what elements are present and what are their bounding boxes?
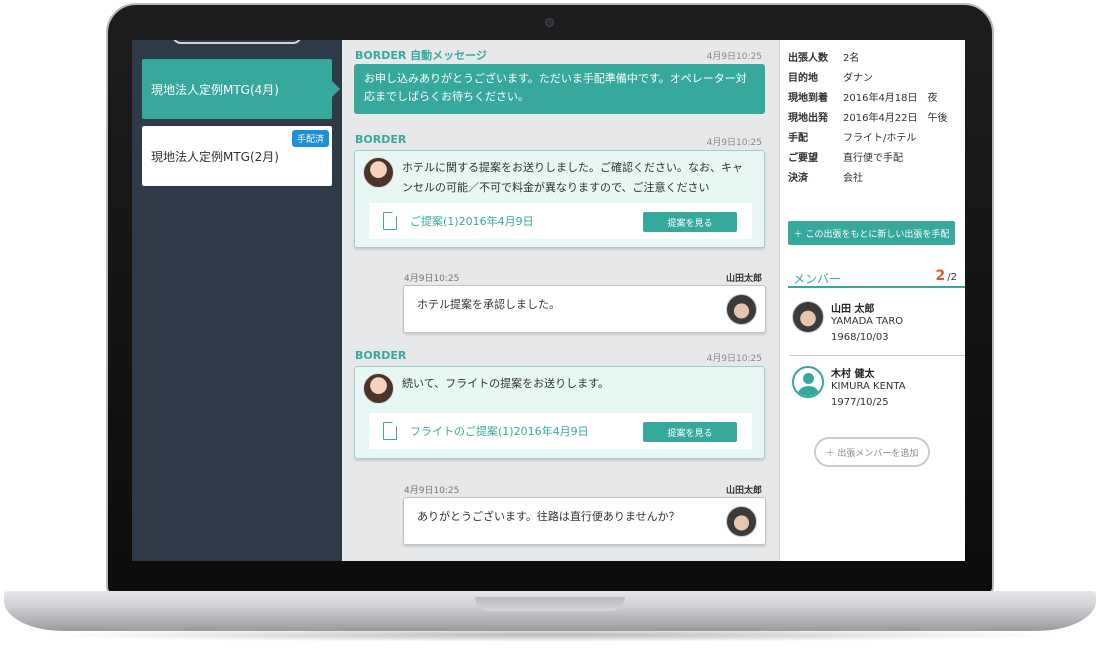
- members-count: 2 /2: [936, 268, 957, 284]
- info-label: 現地到着: [788, 92, 828, 104]
- info-label: 決済: [788, 172, 808, 184]
- member-birthdate: 1968/10/03: [831, 332, 889, 343]
- view-proposal-button[interactable]: 提案を見る: [643, 212, 737, 232]
- info-row: 出張人数 2名: [788, 46, 958, 66]
- info-value: 直行便で手配: [843, 152, 903, 164]
- member-item[interactable]: 山田 太郎 YAMADA TARO 1968/10/03: [790, 299, 965, 359]
- operator-avatar: [363, 157, 394, 188]
- trip-item-label: 現地法人定例MTG(2月): [151, 149, 279, 164]
- user-name: 山田太郎: [725, 274, 762, 284]
- message-time: 4月9日10:25: [706, 354, 762, 364]
- chat-thread: BORDER 自動メッセージ 4月9日10:25 お申し込みありがとうございます…: [342, 40, 779, 561]
- person-icon: [792, 366, 824, 398]
- operator-avatar: [363, 373, 394, 404]
- member-roman-name: KIMURA KENTA: [831, 381, 906, 392]
- view-proposal-button[interactable]: 提案を見る: [643, 422, 737, 442]
- info-value: フライト/ホテル: [843, 132, 917, 144]
- member-roman-name: YAMADA TARO: [831, 316, 904, 327]
- proposal-card[interactable]: フライトのご提案(1)2016年4月9日 提案を見る: [369, 413, 752, 449]
- proposal-title: ご提案(1)2016年4月9日: [410, 215, 534, 228]
- info-row: 目的地 ダナン: [788, 66, 958, 86]
- panel-divider: [779, 40, 780, 561]
- members-count-value: 2: [935, 268, 946, 284]
- info-label: ご要望: [788, 152, 818, 164]
- member-divider: [790, 355, 965, 356]
- user-avatar: [726, 506, 757, 537]
- trip-item-active[interactable]: 現地法人定例MTG(4月): [142, 59, 340, 119]
- document-icon: [383, 422, 397, 440]
- status-badge: 手配済: [291, 130, 329, 147]
- info-value: ダナン: [843, 72, 873, 84]
- info-row: ご要望 直行便で手配: [788, 146, 958, 166]
- trip-sidebar: 現地法人定例MTG(4月) 現地法人定例MTG(2月) 手配済: [132, 40, 342, 561]
- proposal-title: フライトのご提案(1)2016年4月9日: [410, 425, 589, 438]
- proposal-message: 続いて、フライトの提案をお送りします。 フライトのご提案(1)2016年4月9日…: [354, 366, 765, 459]
- user-message: ホテル提案を承認しました。: [403, 285, 766, 333]
- new-trip-button[interactable]: ＋ この出張をもとに新しい出張を手配: [788, 221, 955, 245]
- info-label: 出張人数: [788, 52, 828, 64]
- info-label: 現地出発: [788, 112, 828, 124]
- member-name: 山田 太郎: [831, 304, 875, 315]
- sidebar-top-button[interactable]: [172, 40, 302, 44]
- info-row: 決済 会社: [788, 166, 958, 186]
- info-row: 現地到着 2016年4月18日 夜: [788, 86, 958, 106]
- member-avatar: [792, 301, 824, 333]
- member-item[interactable]: 木村 健太 KIMURA KENTA 1977/10/25: [790, 364, 965, 424]
- members-header: メンバー 2 /2: [788, 268, 965, 288]
- trip-info: 出張人数 2名 目的地 ダナン 現地到着 2016年4月18日 夜 現地出発 2016年…: [788, 46, 958, 186]
- info-value: 2名: [843, 52, 860, 64]
- auto-message-bubble: お申し込みありがとうございます。ただいま手配準備中です。オペレーター対応までしば…: [354, 64, 765, 114]
- laptop-notch: [475, 597, 625, 611]
- members-count-total: /2: [947, 272, 957, 283]
- info-row: 手配 フライト/ホテル: [788, 126, 958, 146]
- info-value: 会社: [843, 172, 863, 184]
- message-text: 続いて、フライトの提案をお送りします。: [402, 377, 610, 390]
- info-label: 手配: [788, 132, 808, 144]
- camera-icon: [545, 18, 554, 27]
- members-title: メンバー: [793, 272, 842, 286]
- message-text: ホテルに関する提案をお送りしました。ご確認ください。なお、キャンセルの可能／不可…: [402, 161, 743, 194]
- sender-name: BORDER 自動メッセージ: [355, 49, 487, 62]
- add-member-button[interactable]: ＋ 出張メンバーを追加: [814, 437, 930, 467]
- info-row: 現地出発 2016年4月22日 午後: [788, 106, 958, 126]
- info-value: 2016年4月22日 午後: [843, 112, 948, 124]
- proposal-message: ホテルに関する提案をお送りしました。ご確認ください。なお、キャンセルの可能／不可…: [354, 150, 765, 248]
- message-text: ありがとうございます。往路は直行便ありませんか？: [417, 510, 680, 523]
- message-time: 4月9日10:25: [706, 138, 762, 148]
- sender-name: BORDER: [355, 349, 407, 362]
- info-value: 2016年4月18日 夜: [843, 92, 938, 104]
- message-time: 4月9日10:25: [706, 52, 762, 62]
- sender-name: BORDER: [355, 133, 407, 146]
- proposal-card[interactable]: ご提案(1)2016年4月9日 提案を見る: [369, 203, 752, 239]
- message-text: ホテル提案を承認しました。: [417, 298, 560, 311]
- trip-item-label: 現地法人定例MTG(4月): [151, 82, 279, 97]
- member-name: 木村 健太: [831, 369, 875, 380]
- document-icon: [383, 212, 397, 230]
- app-screen: 現地法人定例MTG(4月) 現地法人定例MTG(2月) 手配済 BORDER 自…: [132, 40, 965, 561]
- user-message: ありがとうございます。往路は直行便ありませんか？: [403, 497, 766, 545]
- message-time: 4月9日10:25: [404, 486, 460, 496]
- message-time: 4月9日10:25: [404, 274, 460, 284]
- user-name: 山田太郎: [725, 486, 762, 496]
- member-birthdate: 1977/10/25: [831, 397, 889, 408]
- info-label: 目的地: [788, 72, 818, 84]
- user-avatar: [726, 294, 757, 325]
- trip-item[interactable]: 現地法人定例MTG(2月) 手配済: [142, 126, 332, 186]
